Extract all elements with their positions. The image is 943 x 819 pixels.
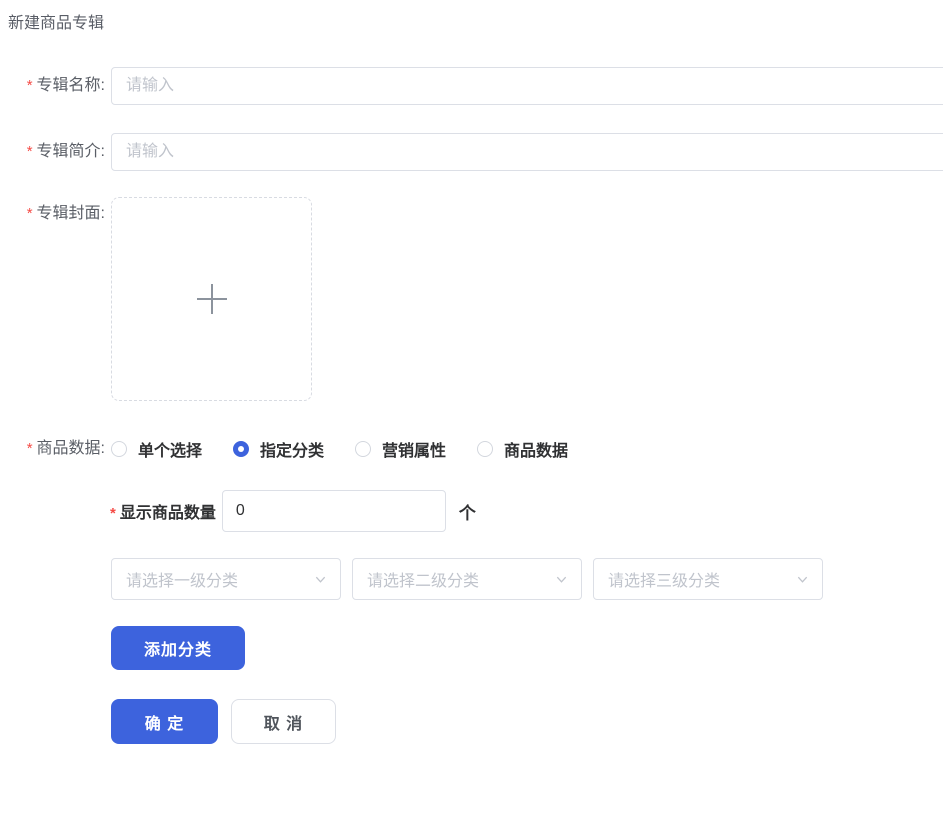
album-intro-row: * 专辑简介: xyxy=(0,133,943,171)
album-cover-label-text: 专辑封面: xyxy=(36,205,105,222)
category-level2-select[interactable]: 请选择二级分类 xyxy=(352,558,582,600)
required-asterisk: * xyxy=(26,205,33,222)
chevron-down-icon xyxy=(556,576,567,583)
chevron-down-icon xyxy=(315,576,326,583)
required-asterisk: * xyxy=(26,440,33,457)
category-level1-select[interactable]: 请选择一级分类 xyxy=(111,558,341,600)
confirm-button[interactable]: 确 定 xyxy=(111,699,218,744)
radio-option-single-select[interactable]: 单个选择 xyxy=(111,437,202,461)
plus-icon xyxy=(196,284,227,314)
page-title: 新建商品专辑 xyxy=(8,15,105,32)
form-actions: 确 定 取 消 xyxy=(111,699,336,744)
album-name-label: * 专辑名称: xyxy=(0,75,105,97)
chevron-down-icon xyxy=(797,576,808,583)
album-cover-row: * 专辑封面: xyxy=(0,197,312,401)
required-asterisk: * xyxy=(110,505,116,522)
category-selects-row: 请选择一级分类 请选择二级分类 请选择三级分类 xyxy=(111,558,834,600)
radio-circle-icon xyxy=(111,441,127,457)
album-intro-input[interactable] xyxy=(111,133,943,171)
album-name-row: * 专辑名称: xyxy=(0,67,943,105)
radio-option-marketing-attribute[interactable]: 营销属性 xyxy=(355,437,446,461)
product-data-radio-group: 单个选择 指定分类 营销属性 商品数据 xyxy=(111,437,599,461)
radio-circle-icon xyxy=(355,441,372,457)
required-asterisk: * xyxy=(26,77,33,94)
product-data-row: * 商品数据: 单个选择 指定分类 营销属性 商品数据 xyxy=(0,437,599,461)
category-level3-select[interactable]: 请选择三级分类 xyxy=(593,558,823,600)
product-data-label-text: 商品数据: xyxy=(36,440,105,457)
new-album-form: 新建商品专辑 *专辑名称: *专辑简介: *专辑封面: *商品数据: 单个选择 … xyxy=(0,0,943,819)
cancel-button[interactable]: 取 消 xyxy=(231,699,336,744)
required-asterisk: * xyxy=(26,143,33,160)
radio-option-specified-category[interactable]: 指定分类 xyxy=(233,437,324,461)
album-intro-label-text: 专辑简介: xyxy=(36,143,105,160)
radio-circle-icon xyxy=(477,441,494,457)
display-count-label-text: 显示商品数量 xyxy=(119,505,216,522)
display-count-unit: 个 xyxy=(458,503,476,523)
album-cover-upload[interactable] xyxy=(111,197,312,401)
add-category-button[interactable]: 添加分类 xyxy=(111,626,245,670)
display-count-row: *显示商品数量 个 xyxy=(110,490,476,532)
product-data-label: * 商品数据: xyxy=(0,438,105,460)
album-name-label-text: 专辑名称: xyxy=(36,77,105,94)
album-cover-label: * 专辑封面: xyxy=(0,203,105,225)
radio-circle-icon xyxy=(233,441,250,457)
radio-option-product-data[interactable]: 商品数据 xyxy=(477,437,568,461)
album-name-input[interactable] xyxy=(111,67,943,105)
album-intro-label: * 专辑简介: xyxy=(0,141,105,163)
display-count-label: * 显示商品数量 xyxy=(110,499,216,523)
display-count-input[interactable] xyxy=(221,490,446,532)
